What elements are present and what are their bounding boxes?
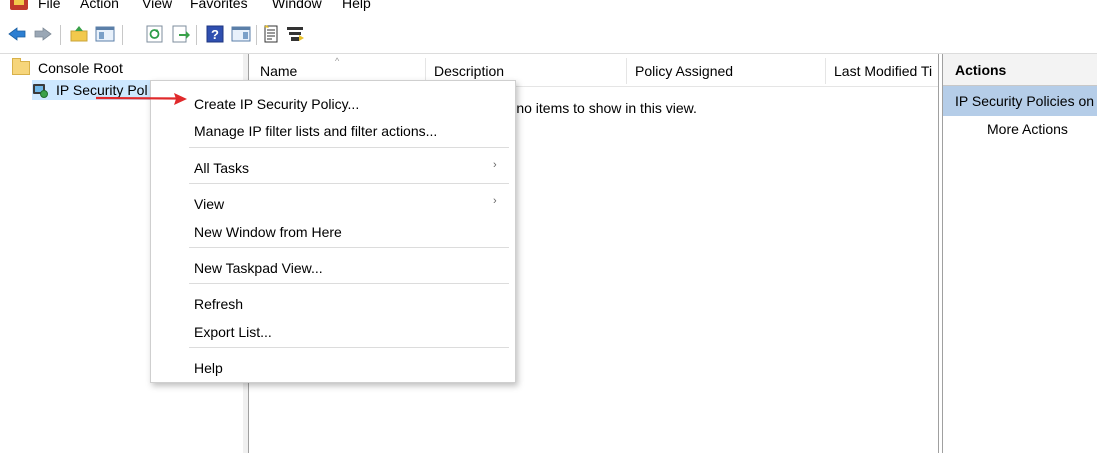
column-divider[interactable] bbox=[825, 58, 826, 84]
manage-filters-icon[interactable] bbox=[284, 23, 306, 45]
menu-action[interactable]: Action bbox=[80, 0, 119, 11]
menu-item-new-window-from-here[interactable]: New Window from Here bbox=[194, 224, 342, 240]
menu-item-view[interactable]: View bbox=[194, 196, 224, 212]
tree-item-ip-security-policies[interactable]: IP Security Pol bbox=[32, 80, 168, 100]
column-header-policy-assigned[interactable]: Policy Assigned bbox=[635, 63, 733, 79]
menu-separator bbox=[189, 283, 509, 284]
tree-item-label: Console Root bbox=[38, 60, 123, 76]
menu-item-create-ip-security-policy[interactable]: Create IP Security Policy... bbox=[194, 96, 359, 112]
menu-help[interactable]: Help bbox=[342, 0, 371, 11]
toolbar-separator bbox=[256, 25, 257, 45]
mmc-app-icon[interactable] bbox=[10, 0, 28, 10]
up-folder-icon[interactable] bbox=[68, 23, 90, 45]
menu-separator bbox=[189, 247, 509, 248]
menu-item-manage-ip-filter-lists[interactable]: Manage IP filter lists and filter action… bbox=[194, 123, 437, 139]
column-header-description[interactable]: Description bbox=[434, 63, 504, 79]
menu-item-new-taskpad-view[interactable]: New Taskpad View... bbox=[194, 260, 323, 276]
empty-list-message: re no items to show in this view. bbox=[500, 100, 697, 116]
column-header-last-modified[interactable]: Last Modified Ti bbox=[834, 63, 932, 79]
menu-separator bbox=[189, 183, 509, 184]
show-hide-tree-icon[interactable] bbox=[94, 23, 116, 45]
sort-ascending-icon: ^ bbox=[335, 56, 340, 66]
refresh-icon[interactable] bbox=[144, 23, 166, 45]
create-policy-icon[interactable] bbox=[260, 23, 282, 45]
toolbar-separator bbox=[122, 25, 123, 45]
export-list-icon[interactable] bbox=[170, 23, 192, 45]
show-hide-action-pane-icon[interactable] bbox=[230, 23, 252, 45]
toolbar-separator bbox=[196, 25, 197, 45]
toolbar: ? bbox=[0, 17, 1097, 54]
toolbar-separator bbox=[60, 25, 61, 45]
tree-item-label: IP Security Pol bbox=[56, 82, 148, 98]
help-icon[interactable]: ? bbox=[204, 23, 226, 45]
menu-separator bbox=[189, 347, 509, 348]
back-icon[interactable] bbox=[6, 23, 28, 45]
svg-text:?: ? bbox=[211, 27, 219, 42]
submenu-arrow-icon: › bbox=[493, 195, 497, 207]
folder-icon bbox=[12, 58, 30, 75]
menu-window[interactable]: Window bbox=[272, 0, 322, 11]
menu-item-export-list[interactable]: Export List... bbox=[194, 324, 272, 340]
menu-separator bbox=[189, 147, 509, 148]
menu-bar: File Action View Favorites Window Help bbox=[0, 0, 1097, 17]
actions-group-label: IP Security Policies on bbox=[955, 93, 1095, 109]
actions-pane: Actions IP Security Policies on More Act… bbox=[942, 54, 1097, 453]
menu-favorites[interactable]: Favorites bbox=[190, 0, 248, 11]
forward-icon[interactable] bbox=[32, 23, 54, 45]
actions-group-header[interactable]: IP Security Policies on bbox=[943, 86, 1097, 116]
ip-security-policy-icon bbox=[32, 82, 48, 98]
actions-title: Actions bbox=[955, 62, 1007, 78]
more-actions-link[interactable]: More Actions bbox=[987, 121, 1068, 137]
context-menu: Create IP Security Policy... Manage IP f… bbox=[150, 80, 516, 383]
actions-pane-header: Actions bbox=[943, 54, 1097, 86]
column-header-name[interactable]: Name bbox=[260, 63, 297, 79]
menu-item-refresh[interactable]: Refresh bbox=[194, 296, 243, 312]
menu-item-help[interactable]: Help bbox=[194, 360, 223, 376]
submenu-arrow-icon: › bbox=[493, 159, 497, 171]
tree-item-console-root[interactable]: Console Root bbox=[12, 58, 123, 78]
menu-view[interactable]: View bbox=[142, 0, 172, 11]
menu-item-all-tasks[interactable]: All Tasks bbox=[194, 160, 249, 176]
menu-file[interactable]: File bbox=[38, 0, 61, 11]
column-divider[interactable] bbox=[626, 58, 627, 84]
